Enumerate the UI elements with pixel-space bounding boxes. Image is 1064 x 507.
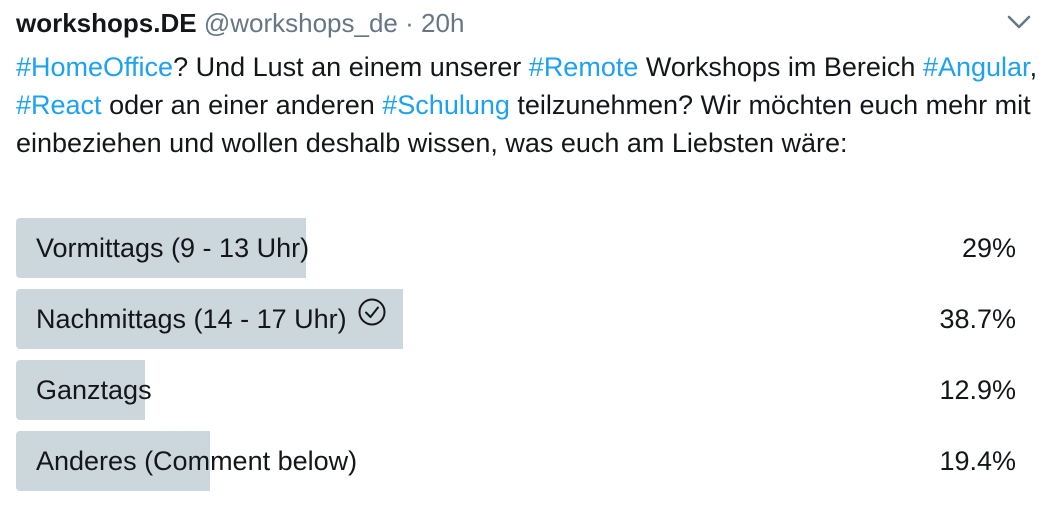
timestamp[interactable]: 20h <box>421 8 464 38</box>
separator-dot: · <box>405 8 414 38</box>
author-handle[interactable]: @workshops_de <box>204 8 398 38</box>
poll-option-percentage: 38.7% <box>939 304 1016 334</box>
hashtag-link[interactable]: #HomeOffice <box>16 52 173 82</box>
poll-option-label: Anderes (Comment below) <box>36 431 357 491</box>
poll-option-text: Ganztags <box>36 375 152 405</box>
poll: Vormittags (9 - 13 Uhr) 29% Nachmittags (1… <box>16 218 1016 502</box>
poll-option-text: Nachmittags (14 - 17 Uhr) <box>36 304 347 334</box>
poll-option: Ganztags 12.9% <box>16 360 1016 420</box>
poll-option-text: Anderes (Comment below) <box>36 446 358 476</box>
hashtag-link[interactable]: #Remote <box>529 52 639 82</box>
poll-option-label: Vormittags (9 - 13 Uhr) <box>36 218 309 278</box>
tweet-text: #HomeOffice? Und Lust an einem unserer #… <box>16 48 1046 162</box>
poll-option-text: Vormittags (9 - 13 Uhr) <box>36 233 310 263</box>
tweet-text-segment: oder an einer anderen <box>101 90 383 120</box>
tweet-text-segment: ? Und Lust an einem unserer <box>173 52 529 82</box>
tweet-header: workshops.DE @workshops_de · 20h <box>16 6 464 40</box>
hashtag-link[interactable]: #Angular <box>923 52 1030 82</box>
poll-option-percentage: 19.4% <box>939 446 1016 476</box>
poll-option-label: Ganztags <box>36 360 152 420</box>
poll-option-percentage: 29% <box>961 233 1016 263</box>
poll-option: Nachmittags (14 - 17 Uhr) 38.7% <box>16 289 1016 349</box>
tweet-text-segment: Workshops im Bereich <box>638 52 923 82</box>
poll-option-label: Nachmittags (14 - 17 Uhr) <box>36 289 387 349</box>
poll-option-percentage: 12.9% <box>939 375 1016 405</box>
author-name[interactable]: workshops.DE <box>16 8 197 38</box>
check-circle-icon <box>357 288 387 348</box>
tweet-text-segment: , <box>1029 52 1038 82</box>
hashtag-link[interactable]: #Schulung <box>382 90 510 120</box>
poll-option: Vormittags (9 - 13 Uhr) 29% <box>16 218 1016 278</box>
poll-option: Anderes (Comment below) 19.4% <box>16 431 1016 491</box>
chevron-down-icon[interactable] <box>1004 10 1034 34</box>
hashtag-link[interactable]: #React <box>16 90 102 120</box>
